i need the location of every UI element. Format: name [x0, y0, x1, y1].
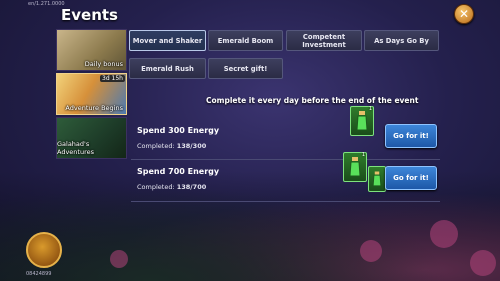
- reward-quantity: 1: [361, 152, 365, 158]
- event-timer-badge: 3d 15h: [100, 75, 125, 82]
- task-divider: [131, 159, 440, 160]
- event-item-adventure-begins[interactable]: 3d 15h Adventure Begins: [56, 73, 127, 115]
- background-flower: [470, 250, 496, 276]
- task-name: Spend 700 Energy: [137, 167, 220, 176]
- reward-item[interactable]: 1: [350, 106, 374, 136]
- completed-value: 138/300: [176, 142, 207, 150]
- event-list: Daily bonus 3d 15h Adventure Begins Gala…: [56, 29, 127, 161]
- tab-mover-and-shaker[interactable]: Mover and Shaker: [129, 30, 206, 51]
- page-title: Events: [61, 6, 118, 24]
- completed-value: 138/700: [176, 183, 207, 191]
- event-item-galahads-adventures[interactable]: Galahad's Adventures: [56, 117, 127, 159]
- emerald-potion-icon: [356, 111, 368, 131]
- go-for-it-button[interactable]: Go for it!: [385, 124, 437, 148]
- task-name: Spend 300 Energy: [137, 126, 220, 135]
- background-flower: [360, 240, 382, 262]
- background-flower: [430, 220, 458, 248]
- tab-as-days-go-by[interactable]: As Days Go By: [364, 30, 439, 51]
- event-item-label: Adventure Begins: [65, 104, 123, 112]
- task-divider: [131, 201, 440, 202]
- player-avatar[interactable]: [26, 232, 62, 268]
- background-flower: [110, 250, 128, 268]
- tab-emerald-rush[interactable]: Emerald Rush: [129, 58, 206, 79]
- tab-secret-gift[interactable]: Secret gift!: [208, 58, 283, 79]
- event-headline: Complete it every day before the end of …: [206, 96, 419, 105]
- version-label: en/1.271.0000: [28, 1, 65, 7]
- emerald-potion-icon: [349, 157, 361, 177]
- close-button[interactable]: ✕: [454, 4, 474, 24]
- reward-quantity: 1: [368, 106, 372, 112]
- tab-competent-investment[interactable]: Competent Investment: [286, 30, 362, 51]
- completed-label: Completed:: [137, 142, 175, 150]
- event-item-label: Galahad's Adventures: [57, 140, 95, 156]
- emerald-potion-icon: [372, 171, 382, 187]
- task-progress: Completed: 138/700: [137, 183, 206, 191]
- event-item-label: Daily bonus: [84, 60, 123, 68]
- task-progress: Completed: 138/300: [137, 142, 206, 150]
- event-item-daily-bonus[interactable]: Daily bonus: [56, 29, 127, 71]
- reward-item[interactable]: 1: [343, 152, 367, 182]
- close-icon: ✕: [458, 7, 470, 21]
- go-for-it-button[interactable]: Go for it!: [385, 166, 437, 190]
- player-id: 08424899: [26, 271, 52, 277]
- completed-label: Completed:: [137, 183, 175, 191]
- reward-item[interactable]: [368, 166, 386, 192]
- tab-emerald-boom[interactable]: Emerald Boom: [208, 30, 283, 51]
